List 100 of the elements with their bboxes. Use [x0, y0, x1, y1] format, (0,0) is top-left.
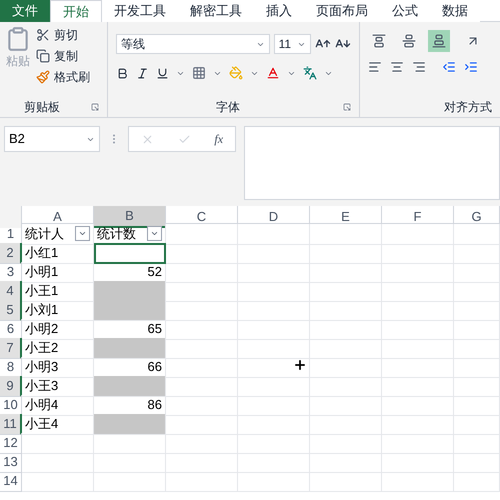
table-cell[interactable] [238, 243, 310, 264]
column-header[interactable]: G [454, 206, 500, 228]
align-left-icon[interactable] [368, 60, 382, 74]
table-cell[interactable] [382, 281, 454, 302]
table-cell[interactable]: 小明3 [22, 357, 94, 378]
filter-dropdown-button[interactable] [147, 226, 162, 242]
table-cell[interactable] [166, 395, 238, 416]
table-cell[interactable] [238, 224, 310, 244]
table-cell[interactable] [238, 281, 310, 302]
column-header[interactable]: E [310, 206, 382, 228]
column-header[interactable]: F [382, 206, 454, 228]
row-header[interactable]: 12 [0, 433, 22, 454]
table-cell[interactable] [310, 433, 382, 454]
table-cell[interactable] [382, 319, 454, 340]
table-cell[interactable] [166, 262, 238, 282]
table-cell[interactable] [238, 414, 310, 434]
font-name-field[interactable]: 等线 [116, 34, 270, 54]
table-cell[interactable] [94, 376, 166, 396]
dialog-launcher-icon[interactable] [343, 103, 351, 111]
row-header[interactable]: 2 [0, 243, 22, 264]
align-right-icon[interactable] [412, 60, 426, 74]
column-header[interactable]: C [166, 206, 238, 228]
table-cell[interactable] [238, 357, 310, 378]
table-cell[interactable] [238, 338, 310, 358]
copy-button[interactable]: 复制 [54, 47, 78, 65]
table-cell[interactable] [166, 338, 238, 358]
table-cell[interactable] [310, 338, 382, 358]
table-cell[interactable] [94, 300, 166, 320]
table-cell[interactable] [22, 452, 94, 472]
table-cell[interactable] [382, 414, 454, 434]
table-cell[interactable] [94, 338, 166, 358]
table-cell[interactable] [454, 224, 500, 244]
table-cell[interactable] [166, 224, 238, 244]
table-cell[interactable] [454, 319, 500, 340]
table-cell[interactable] [310, 300, 382, 320]
table-cell[interactable] [166, 414, 238, 434]
table-cell[interactable] [454, 262, 500, 282]
column-header[interactable]: B [94, 206, 166, 228]
vertical-align-button[interactable] [428, 30, 450, 52]
table-cell[interactable] [382, 452, 454, 472]
table-cell[interactable] [454, 243, 500, 264]
row-header[interactable]: 4 [0, 281, 22, 302]
cut-button[interactable]: 剪切 [54, 26, 78, 44]
table-cell[interactable] [166, 452, 238, 472]
cancel-icon[interactable] [140, 132, 154, 146]
table-cell[interactable] [166, 357, 238, 378]
fill-color-icon[interactable] [229, 66, 243, 80]
underline-icon[interactable] [156, 66, 169, 80]
table-cell[interactable]: 小明4 [22, 395, 94, 416]
table-cell[interactable] [454, 357, 500, 378]
table-cell[interactable] [310, 414, 382, 434]
table-cell[interactable] [238, 452, 310, 472]
table-cell[interactable] [94, 433, 166, 454]
table-cell[interactable] [454, 433, 500, 454]
table-cell[interactable] [382, 262, 454, 282]
table-cell[interactable] [310, 357, 382, 378]
table-cell[interactable] [94, 414, 166, 434]
table-cell[interactable] [382, 395, 454, 416]
table-cell[interactable] [382, 376, 454, 396]
table-cell[interactable] [238, 471, 310, 492]
table-cell[interactable] [166, 281, 238, 302]
table-cell[interactable] [454, 414, 500, 434]
table-cell[interactable] [454, 281, 500, 302]
row-header[interactable]: 13 [0, 452, 22, 472]
table-cell[interactable] [94, 281, 166, 302]
table-cell[interactable] [22, 433, 94, 454]
table-cell[interactable] [310, 452, 382, 472]
table-cell[interactable] [310, 224, 382, 244]
insert-function-button[interactable]: fx [214, 130, 224, 148]
table-cell[interactable] [94, 243, 166, 264]
italic-icon[interactable] [136, 66, 149, 80]
table-cell[interactable] [310, 395, 382, 416]
table-cell[interactable] [454, 376, 500, 396]
table-cell[interactable] [238, 433, 310, 454]
font-size-field[interactable]: 11 [274, 34, 312, 54]
table-cell[interactable] [382, 300, 454, 320]
table-cell[interactable] [310, 243, 382, 264]
name-box[interactable]: B2 [4, 126, 100, 152]
ribbon-tab[interactable]: 开始 [50, 0, 102, 22]
table-cell[interactable] [310, 471, 382, 492]
table-cell[interactable] [166, 243, 238, 264]
table-cell[interactable] [166, 300, 238, 320]
filter-dropdown-button[interactable] [75, 226, 90, 242]
check-icon[interactable] [178, 132, 191, 146]
table-cell[interactable] [94, 471, 166, 492]
table-cell[interactable] [382, 433, 454, 454]
table-cell[interactable] [238, 319, 310, 340]
table-cell[interactable]: 小明2 [22, 319, 94, 340]
table-cell[interactable] [238, 395, 310, 416]
row-header[interactable]: 14 [0, 471, 22, 492]
table-cell[interactable] [382, 224, 454, 244]
table-cell[interactable]: 统计人 [22, 224, 94, 244]
phonetic-icon[interactable] [303, 66, 317, 80]
copy-icon[interactable] [36, 49, 50, 63]
align-center-icon[interactable] [390, 60, 404, 74]
row-header[interactable]: 11 [0, 414, 22, 434]
table-cell[interactable] [166, 433, 238, 454]
table-cell[interactable] [166, 471, 238, 492]
table-cell[interactable] [310, 262, 382, 282]
table-cell[interactable] [310, 281, 382, 302]
